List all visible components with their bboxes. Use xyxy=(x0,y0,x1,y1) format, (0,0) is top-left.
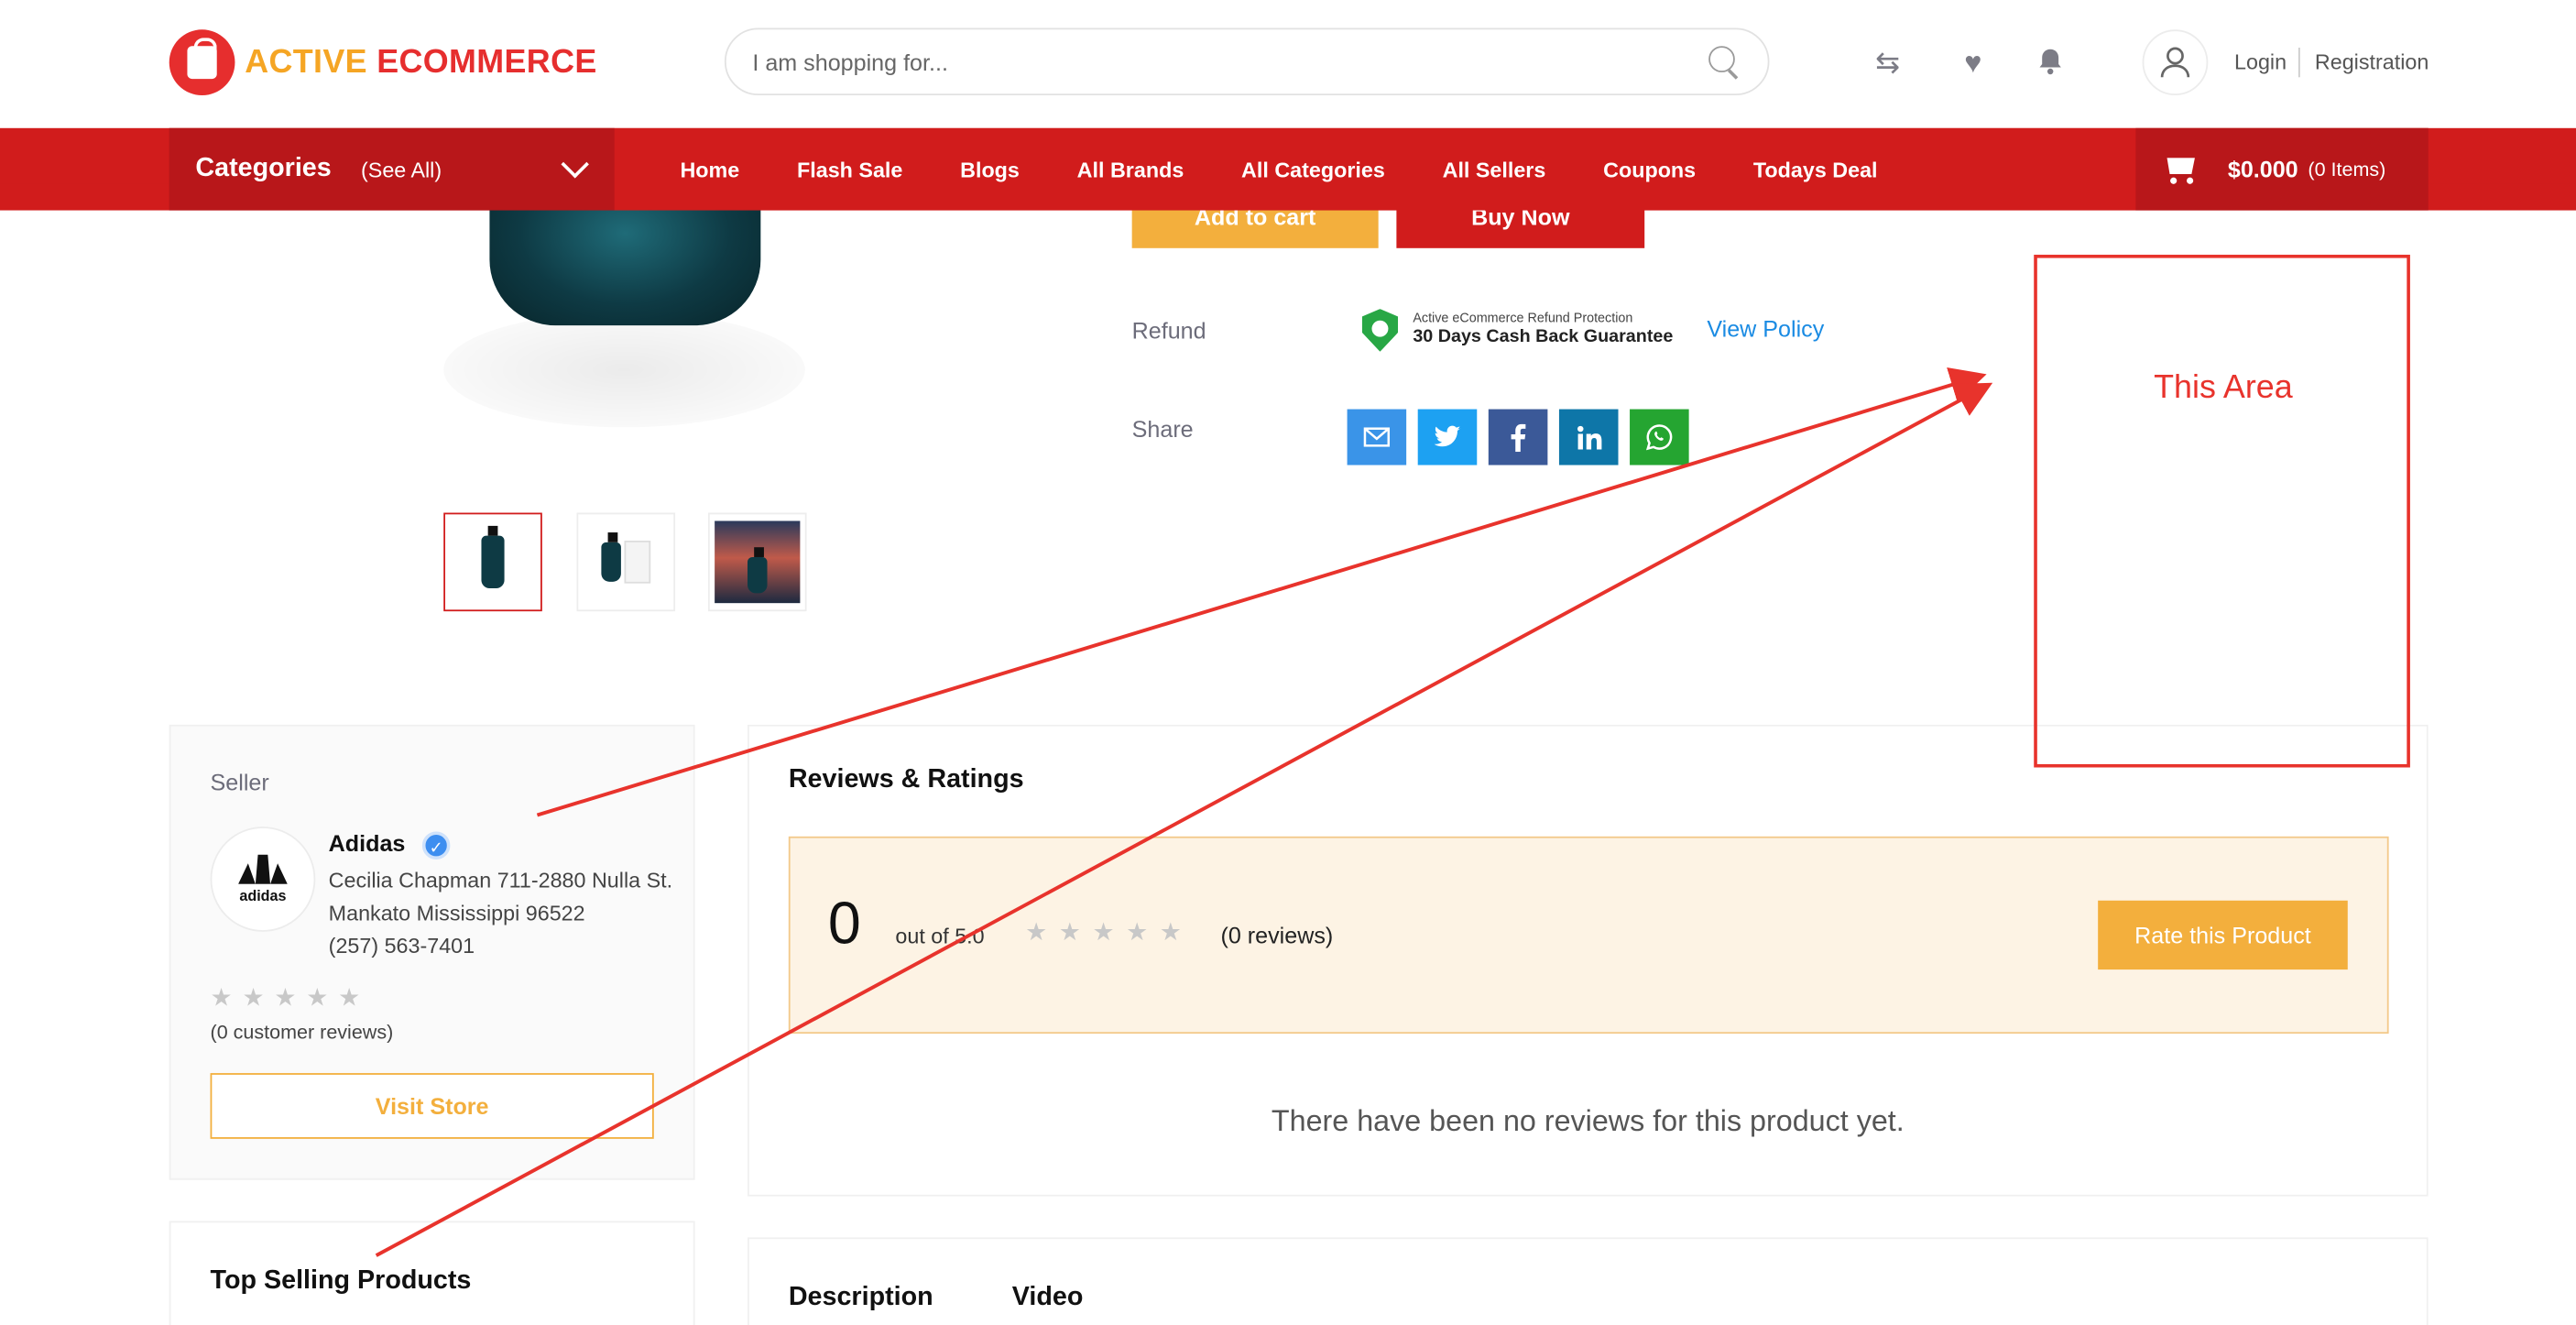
star-icon: ★ xyxy=(210,984,233,1013)
categories-title-front: Categories xyxy=(195,154,332,183)
product-main-image[interactable] xyxy=(489,210,761,326)
star-icon: ★ xyxy=(338,984,361,1013)
seller-logo[interactable]: adidas xyxy=(210,827,316,932)
nav-home-front[interactable]: Home xyxy=(680,157,739,181)
star-icon: ★ xyxy=(1092,918,1115,947)
login-link[interactable]: Login xyxy=(2234,49,2287,74)
description-card xyxy=(747,1237,2429,1325)
annotation-box xyxy=(2034,254,2410,768)
nav-coupons-front[interactable]: Coupons xyxy=(1603,157,1696,181)
product-image-shadow xyxy=(443,312,805,428)
site-logo[interactable]: ACTIVE ECOMMERCE xyxy=(169,29,597,96)
nav-all-brands-front[interactable]: All Brands xyxy=(1077,157,1184,181)
seller-address-block: Cecilia Chapman 711-2880 Nulla St. Manka… xyxy=(329,864,674,963)
tab-description[interactable]: Description xyxy=(789,1284,933,1313)
share-twitter-icon[interactable] xyxy=(1417,409,1478,465)
view-policy-link[interactable]: View Policy xyxy=(1707,315,1824,342)
nav-links-front: Home Flash Sale Blogs All Brands All Cat… xyxy=(680,128,1935,211)
tab-video[interactable]: Video xyxy=(1012,1284,1084,1313)
star-icon: ★ xyxy=(1126,918,1149,947)
seller-logo-word: adidas xyxy=(239,887,287,904)
categories-see-all-front[interactable]: (See All) xyxy=(361,157,442,181)
seller-name[interactable]: Adidas xyxy=(329,830,406,857)
notification-bell-icon[interactable] xyxy=(2034,46,2067,79)
nav-foreground: Categories (See All) Home Flash Sale Blo… xyxy=(0,127,2576,211)
refund-label: Refund xyxy=(1131,317,1206,344)
refund-guarantee-text: 30 Days Cash Back Guarantee xyxy=(1413,326,1674,347)
seller-rating-stars: ★ ★ ★ ★ ★ xyxy=(211,982,361,1012)
shield-check-icon xyxy=(1361,309,1399,352)
star-icon: ★ xyxy=(274,984,297,1013)
star-icon: ★ xyxy=(242,984,265,1013)
nav-blogs-front[interactable]: Blogs xyxy=(960,157,1020,181)
wishlist-heart-icon[interactable]: ♥ xyxy=(1957,46,1990,79)
review-count: (0 reviews) xyxy=(1220,922,1334,948)
nav-todays-deal-front[interactable]: Todays Deal xyxy=(1753,157,1878,181)
star-icon: ★ xyxy=(1058,918,1081,947)
top-selling-title: Top Selling Products xyxy=(210,1266,472,1296)
share-whatsapp-icon[interactable] xyxy=(1630,409,1689,465)
verified-badge-icon: ✓ xyxy=(421,831,451,860)
share-label: Share xyxy=(1131,415,1194,443)
nav-all-sellers-front[interactable]: All Sellers xyxy=(1443,157,1546,181)
share-facebook-icon[interactable] xyxy=(1488,409,1548,465)
visit-store-button[interactable]: Visit Store xyxy=(210,1073,654,1139)
chevron-down-icon xyxy=(561,150,589,179)
no-reviews-message: There have been no reviews for this prod… xyxy=(1271,1104,1905,1138)
nav-flash-sale-front[interactable]: Flash Sale xyxy=(797,157,902,181)
star-icon: ★ xyxy=(1159,918,1182,947)
reviews-title: Reviews & Ratings xyxy=(788,765,1024,794)
adidas-logo-icon xyxy=(238,854,288,884)
search-bar xyxy=(724,27,1770,96)
share-linkedin-icon[interactable] xyxy=(1558,409,1619,465)
product-thumbnail-2[interactable] xyxy=(576,512,676,612)
logo-word-active: ACTIVE xyxy=(245,43,367,80)
site-header: ACTIVE ECOMMERCE ⇆ ♥ Login Registration xyxy=(0,0,2576,128)
compare-icon[interactable]: ⇆ xyxy=(1872,46,1905,79)
product-thumbnail-1[interactable] xyxy=(443,512,542,612)
share-email-icon[interactable] xyxy=(1347,409,1407,465)
categories-dropdown-front[interactable]: Categories (See All) xyxy=(169,127,615,211)
search-input[interactable] xyxy=(752,48,1709,75)
product-thumbnail-3[interactable] xyxy=(707,512,807,612)
seller-review-count: (0 customer reviews) xyxy=(210,1020,394,1044)
star-icon: ★ xyxy=(306,984,329,1013)
seller-address: Cecilia Chapman 711-2880 Nulla St. Manka… xyxy=(328,867,673,925)
nav-all-categories-front[interactable]: All Categories xyxy=(1241,157,1385,181)
seller-phone: (257) 563-7401 xyxy=(328,933,475,958)
search-icon[interactable] xyxy=(1708,45,1741,78)
cart-amount-front: $0.000 xyxy=(2227,156,2298,183)
rating-score: 0 xyxy=(827,889,861,957)
cart-button-front[interactable]: $0.000 (0 Items) xyxy=(2135,127,2429,211)
product-rating-stars: ★ ★ ★ ★ ★ xyxy=(1025,917,1182,947)
refund-protection-text: Active eCommerce Refund Protection xyxy=(1413,310,1633,326)
seller-label: Seller xyxy=(210,769,269,796)
rate-product-button[interactable]: Rate this Product xyxy=(2098,900,2348,970)
annotation-text: This Area xyxy=(2154,369,2293,406)
cart-items-front: (0 Items) xyxy=(2308,158,2386,181)
shopping-bag-icon xyxy=(169,29,235,96)
registration-link[interactable]: Registration xyxy=(2315,49,2429,74)
star-icon: ★ xyxy=(1025,918,1048,947)
cart-icon xyxy=(2162,153,2201,186)
rating-out-of: out of 5.0 xyxy=(895,923,985,948)
auth-divider xyxy=(2298,48,2300,78)
logo-word-ecommerce: ECOMMERCE xyxy=(377,43,597,80)
user-avatar-icon[interactable] xyxy=(2142,29,2209,96)
logo-text: ACTIVE ECOMMERCE xyxy=(245,44,596,82)
